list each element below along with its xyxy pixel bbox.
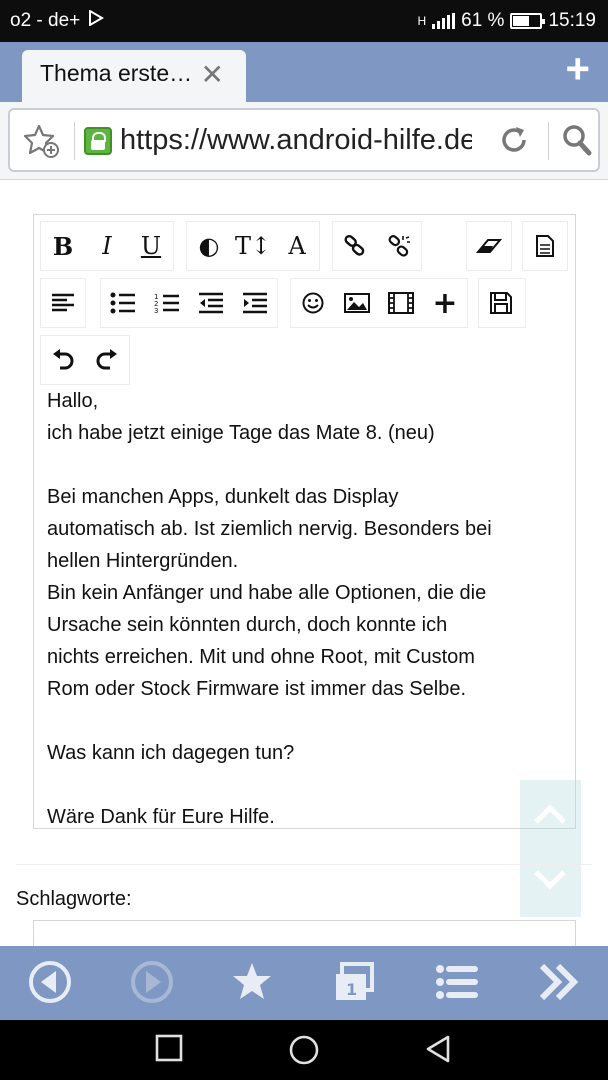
editor-line: ich habe jetzt einige Tage das Mate 8. (… xyxy=(47,422,435,444)
toolbar-align-group xyxy=(40,278,86,328)
tab-title: Thema erste… xyxy=(40,60,193,86)
bullet-list-icon[interactable] xyxy=(101,279,145,327)
lock-icon xyxy=(84,127,112,155)
toolbar-source-group xyxy=(522,221,568,271)
editor-line xyxy=(47,769,567,801)
font-icon[interactable]: A xyxy=(275,222,319,270)
signal-icon xyxy=(432,13,456,29)
editor-line: Was kann ich dagegen tun? xyxy=(47,742,295,764)
page-content: B I U ◐ T↕ A 1 2 3 + Hallo, ich habe jet… xyxy=(0,180,608,946)
svg-text:3: 3 xyxy=(154,307,158,314)
editor-line: Bei manchen Apps, dunkelt das Display xyxy=(47,486,399,508)
reload-icon[interactable] xyxy=(498,124,530,161)
svg-text:1: 1 xyxy=(346,980,357,999)
url-bar-container: https://www.android-hilfe.de/forum/ xyxy=(0,102,608,180)
tabs-icon[interactable]: 1 xyxy=(330,958,378,1006)
chevron-up-icon[interactable] xyxy=(532,802,568,831)
editor-line xyxy=(47,705,567,737)
undo-icon[interactable] xyxy=(41,336,85,384)
browser-tab[interactable]: Thema erste… ✕ xyxy=(22,50,246,102)
source-icon[interactable] xyxy=(523,222,567,270)
carrier-label: o2 - de+ xyxy=(10,10,81,31)
new-tab-button[interactable]: + xyxy=(565,48,590,90)
bold-button[interactable]: B xyxy=(41,222,85,270)
editor-line: Wäre Dank für Eure Hilfe. xyxy=(47,806,275,828)
tab-bar: Thema erste… ✕ + xyxy=(0,42,608,102)
search-icon[interactable] xyxy=(562,124,592,161)
url-bar[interactable]: https://www.android-hilfe.de/forum/ xyxy=(8,108,600,172)
toolbar-list-group: 123 xyxy=(100,278,278,328)
back-nav-icon[interactable] xyxy=(424,1034,452,1069)
text-color-icon[interactable]: ◐ xyxy=(187,222,231,270)
section-divider xyxy=(16,864,592,865)
editor-line: nichts erreichen. Mit und ohne Root, mit… xyxy=(47,646,475,668)
system-navigation-bar xyxy=(0,1020,608,1080)
network-type: H xyxy=(417,14,427,28)
divider xyxy=(548,122,549,160)
editor-line: hellen Hintergründen. xyxy=(47,550,239,572)
toolbar-format-group: B I U xyxy=(40,221,174,271)
italic-button[interactable]: I xyxy=(85,222,129,270)
underline-button[interactable]: U xyxy=(129,222,173,270)
tags-input[interactable] xyxy=(33,920,576,946)
battery-icon xyxy=(510,13,546,29)
menu-list-icon[interactable] xyxy=(432,958,480,1006)
indent-icon[interactable] xyxy=(233,279,277,327)
editor-line: Ursache sein könnten durch, doch konnte … xyxy=(47,614,448,636)
font-size-icon[interactable]: T↕ xyxy=(231,222,275,270)
home-icon[interactable] xyxy=(288,1034,320,1071)
editor-line: Rom oder Stock Firmware ist immer das Se… xyxy=(47,678,467,700)
plus-icon: + xyxy=(565,45,590,92)
bookmarks-star-icon[interactable] xyxy=(228,958,276,1006)
toolbar-link-group xyxy=(332,221,422,271)
toolbar-save-group xyxy=(478,278,526,328)
toolbar-font-group: ◐ T↕ A xyxy=(186,221,320,271)
status-bar: o2 - de+ H 61 % 15:19 xyxy=(0,0,608,42)
clock: 15:19 xyxy=(548,10,596,31)
redo-icon[interactable] xyxy=(85,336,129,384)
toolbar-insert-group: + xyxy=(290,278,468,328)
rich-text-editor[interactable]: B I U ◐ T↕ A 1 2 3 + Hallo, ich habe jet… xyxy=(33,214,576,829)
image-icon[interactable] xyxy=(335,279,379,327)
editor-line: Hallo, xyxy=(47,390,99,412)
bookmark-add-icon[interactable] xyxy=(23,124,60,163)
forward-icon[interactable] xyxy=(128,958,176,1006)
plus-icon[interactable]: + xyxy=(423,279,467,327)
save-icon[interactable] xyxy=(479,279,523,327)
unlink-icon[interactable] xyxy=(377,222,421,270)
numbered-list-icon[interactable]: 123 xyxy=(145,279,189,327)
outdent-icon[interactable] xyxy=(189,279,233,327)
play-store-icon xyxy=(88,9,105,32)
smiley-icon[interactable] xyxy=(291,279,335,327)
eraser-icon[interactable] xyxy=(467,222,511,270)
recent-apps-icon[interactable] xyxy=(155,1034,183,1067)
browser-bottom-bar: 1 xyxy=(0,946,608,1020)
back-icon[interactable] xyxy=(26,958,74,1006)
url-text[interactable]: https://www.android-hilfe.de/forum/ xyxy=(120,124,472,157)
video-icon[interactable] xyxy=(379,279,423,327)
editor-line: Bin kein Anfänger und habe alle Optionen… xyxy=(47,582,487,604)
divider xyxy=(74,122,75,160)
battery-percent: 61 % xyxy=(461,10,505,31)
chevron-down-icon[interactable] xyxy=(532,868,568,897)
double-chevron-right-icon[interactable] xyxy=(534,958,582,1006)
align-left-icon[interactable] xyxy=(41,279,85,327)
scroll-control xyxy=(520,780,581,917)
toolbar-clear-group xyxy=(466,221,512,271)
link-icon[interactable] xyxy=(333,222,377,270)
close-icon[interactable]: ✕ xyxy=(201,58,224,91)
toolbar-history-group xyxy=(40,335,130,385)
editor-line xyxy=(47,449,567,481)
editor-body[interactable]: Hallo, ich habe jetzt einige Tage das Mat… xyxy=(47,385,567,833)
editor-line: automatisch ab. Ist ziemlich nervig. Bes… xyxy=(47,518,492,540)
tags-label: Schlagworte: xyxy=(16,888,132,910)
